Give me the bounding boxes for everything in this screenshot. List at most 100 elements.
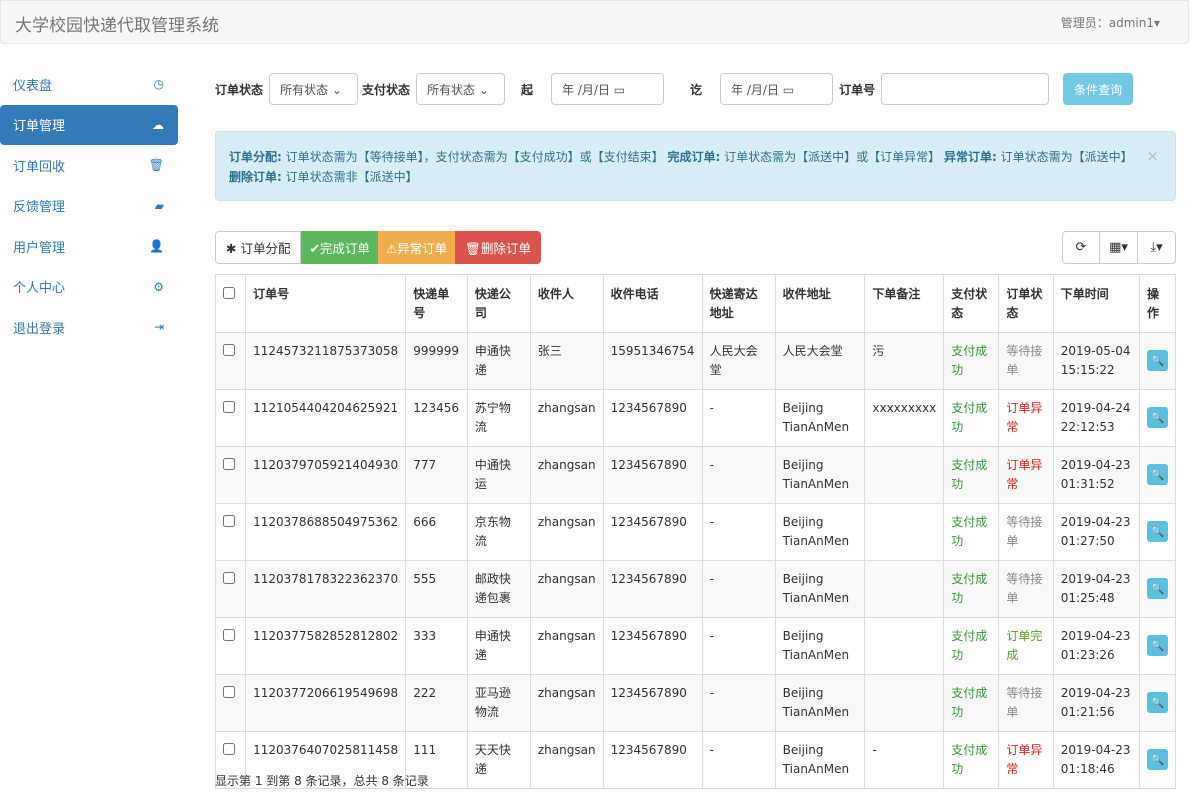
table-cell: 等待接单 — [999, 561, 1053, 618]
sidebar-item-4[interactable]: 用户管理👤 — [0, 226, 178, 266]
table-cell: 订单异常 — [999, 390, 1053, 447]
sidebar-item-5[interactable]: 个人中心⚙ — [0, 267, 178, 307]
pay-status-select[interactable]: 所有状态 ⌄ — [416, 73, 505, 105]
app-title[interactable]: 大学校园快递代取管理系统 — [15, 11, 219, 36]
alert-title-abnormal: 异常订单: — [944, 150, 997, 164]
table-cell: 1234567890 — [603, 675, 702, 732]
search-icon[interactable]: 🔍 — [1147, 407, 1168, 428]
table-row[interactable]: 1120377206619549698222亚马逊物流zhangsan12345… — [216, 675, 1176, 732]
columns-icon[interactable]: ▦▾ — [1099, 232, 1137, 263]
table-row[interactable]: 1121054404204625921123456苏宁物流zhangsan123… — [216, 390, 1176, 447]
column-header[interactable]: 订单号 — [246, 275, 406, 333]
row-select-cell — [216, 561, 246, 618]
sidebar-item-2[interactable]: 订单回收🗑 — [0, 145, 178, 185]
table-cell: 1234567890 — [603, 447, 702, 504]
order-status-select[interactable]: 所有状态 ⌄ — [269, 73, 358, 105]
admin-menu[interactable]: 管理员：admin1▾ — [1061, 14, 1160, 31]
navbar: 大学校园快递代取管理系统 管理员：admin1▾ — [0, 0, 1189, 44]
column-header[interactable]: 下单时间 — [1053, 275, 1139, 333]
row-checkbox[interactable] — [223, 686, 235, 698]
table-cell: - — [702, 561, 775, 618]
table-cell: - — [865, 732, 944, 789]
column-header[interactable]: 操作 — [1140, 275, 1176, 333]
table-cell: 污 — [865, 333, 944, 390]
table-cell: 1120377582852812802 — [246, 618, 406, 675]
table-cell: - — [702, 447, 775, 504]
row-select-cell — [216, 390, 246, 447]
search-icon[interactable]: 🔍 — [1147, 692, 1168, 713]
table-cell: Beijing TianAnMen — [775, 390, 865, 447]
table-cell: Beijing TianAnMen — [775, 504, 865, 561]
table-cell: 1120378178322362370 — [246, 561, 406, 618]
column-header[interactable]: 收件电话 — [603, 275, 702, 333]
column-header[interactable]: 收件人 — [530, 275, 603, 333]
pagination-info: 显示第 1 到第 8 条记录，总共 8 条记录 — [215, 772, 429, 789]
order-no-input[interactable] — [881, 73, 1049, 105]
row-checkbox[interactable] — [223, 572, 235, 584]
table-row[interactable]: 1124573211875373058999999申通快递张三159513467… — [216, 333, 1176, 390]
search-icon[interactable]: 🔍 — [1147, 749, 1168, 770]
search-icon[interactable]: 🔍 — [1147, 350, 1168, 371]
table-cell: 等待接单 — [999, 675, 1053, 732]
sidebar-item-3[interactable]: 反馈管理▰ — [0, 186, 178, 226]
search-icon[interactable]: 🔍 — [1147, 635, 1168, 656]
pay-status-label: 支付状态 — [362, 81, 410, 98]
search-icon[interactable]: 🔍 — [1147, 521, 1168, 542]
alert-title-complete: 完成订单: — [667, 150, 720, 164]
assign-order-button[interactable]: ✱ 订单分配 — [215, 231, 301, 264]
action-cell: 🔍 — [1140, 675, 1176, 732]
table-cell: 2019-04-23 01:25:48 — [1053, 561, 1139, 618]
delete-order-button[interactable]: 🗑删除订单 — [455, 231, 541, 264]
refresh-icon[interactable]: ⟳ — [1063, 232, 1099, 263]
column-header[interactable]: 快递公司 — [467, 275, 530, 333]
table-cell: 123456 — [406, 390, 468, 447]
complete-order-button[interactable]: ✔完成订单 — [301, 231, 377, 264]
table-cell: 申通快递 — [467, 333, 530, 390]
row-checkbox[interactable] — [223, 401, 235, 413]
close-icon[interactable]: × — [1146, 146, 1159, 166]
table-row[interactable]: 1120378688504975362666京东物流zhangsan123456… — [216, 504, 1176, 561]
table-row[interactable]: 1120379705921404930777中通快运zhangsan123456… — [216, 447, 1176, 504]
action-cell: 🔍 — [1140, 504, 1176, 561]
abnormal-order-button[interactable]: ⚠异常订单 — [378, 231, 455, 264]
end-date-input[interactable]: 年 /月/日 ▭ — [720, 73, 833, 105]
table-cell: 支付成功 — [944, 333, 999, 390]
logout-icon: ⇥ — [154, 320, 164, 334]
row-checkbox[interactable] — [223, 629, 235, 641]
column-header[interactable]: 收件地址 — [775, 275, 865, 333]
table-cell: 订单异常 — [999, 732, 1053, 789]
table-cell: 1234567890 — [603, 732, 702, 789]
action-cell: 🔍 — [1140, 618, 1176, 675]
sidebar-item-6[interactable]: 退出登录⇥ — [0, 307, 178, 347]
sidebar-item-1[interactable]: 订单管理☁ — [0, 105, 178, 145]
row-checkbox[interactable] — [223, 458, 235, 470]
table-cell — [865, 618, 944, 675]
query-button[interactable]: 条件查询 — [1063, 73, 1133, 105]
trash-icon: 🗑 — [149, 158, 164, 172]
row-checkbox[interactable] — [223, 344, 235, 356]
column-header[interactable]: 订单状态 — [999, 275, 1053, 333]
table-cell: 2019-05-04 15:15:22 — [1053, 333, 1139, 390]
from-label: 起 — [521, 81, 533, 98]
column-header[interactable]: 下单备注 — [865, 275, 944, 333]
table-row[interactable]: 1120377582852812802333申通快递zhangsan123456… — [216, 618, 1176, 675]
column-header[interactable]: 快递单号 — [406, 275, 468, 333]
sidebar-item-0[interactable]: 仪表盘◷ — [0, 64, 178, 104]
table-cell: 1120379705921404930 — [246, 447, 406, 504]
search-icon[interactable]: 🔍 — [1147, 578, 1168, 599]
select-all-checkbox[interactable] — [223, 287, 235, 299]
column-header[interactable]: 快递寄达地址 — [702, 275, 775, 333]
row-checkbox[interactable] — [223, 515, 235, 527]
export-icon[interactable]: ⤓▾ — [1137, 232, 1175, 263]
table-row[interactable]: 1120378178322362370555邮政快递包裹zhangsan1234… — [216, 561, 1176, 618]
sidebar-item-label: 订单管理 — [13, 115, 65, 134]
alert-text: 订单状态需非【派送中】 — [282, 170, 418, 184]
column-header[interactable]: 支付状态 — [944, 275, 999, 333]
table-cell: 订单异常 — [999, 447, 1053, 504]
row-select-cell — [216, 675, 246, 732]
start-date-input[interactable]: 年 /月/日 ▭ — [551, 73, 664, 105]
row-checkbox[interactable] — [223, 743, 235, 755]
action-cell: 🔍 — [1140, 447, 1176, 504]
table-cell: 999999 — [406, 333, 468, 390]
search-icon[interactable]: 🔍 — [1147, 464, 1168, 485]
